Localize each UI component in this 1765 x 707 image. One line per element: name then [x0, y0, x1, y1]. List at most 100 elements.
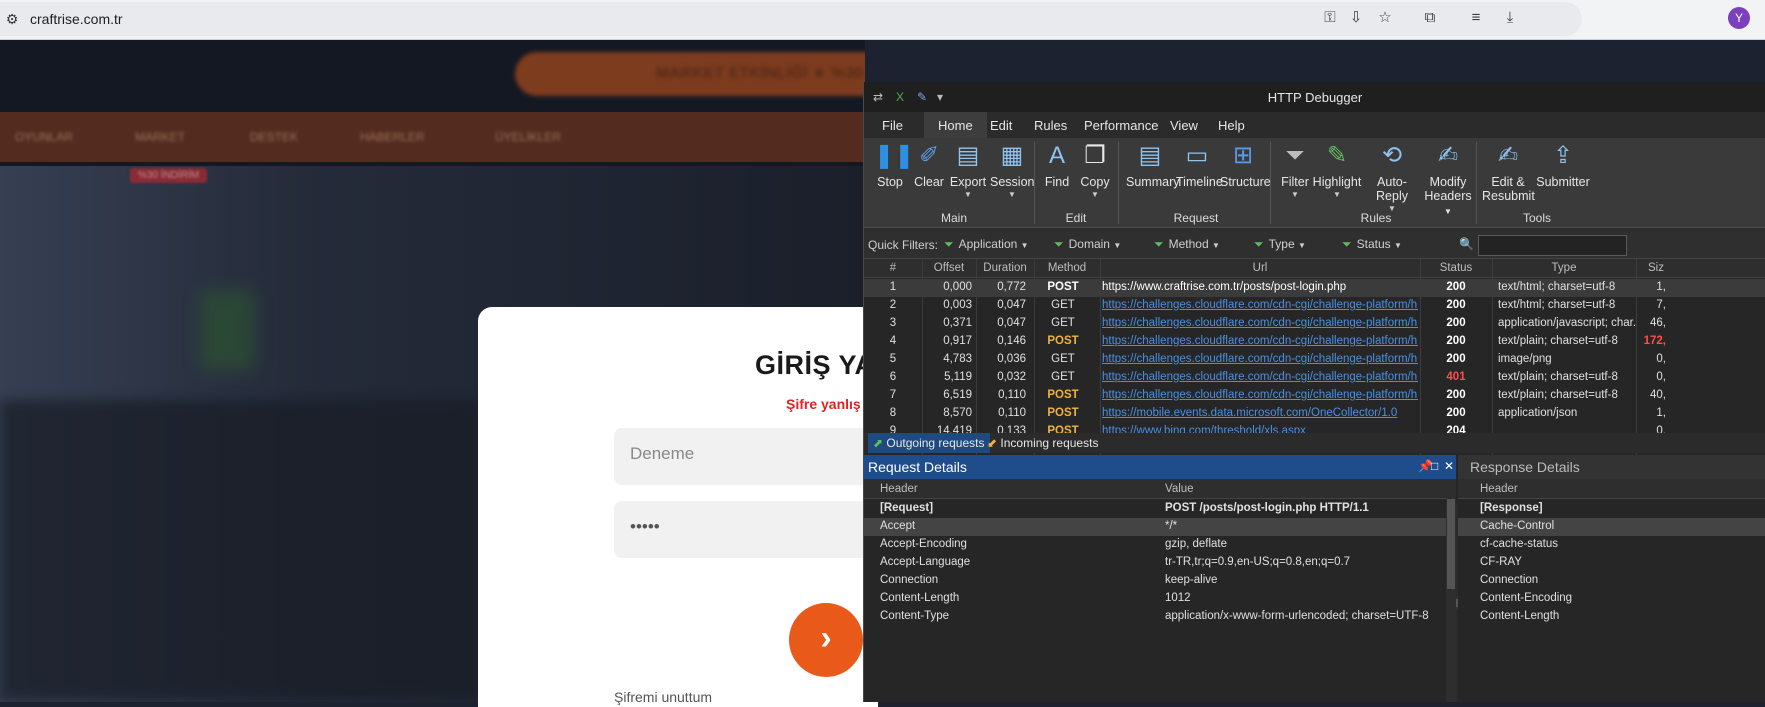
menu-rules[interactable]: Rules [1034, 118, 1067, 133]
menu-view[interactable]: View [1170, 118, 1198, 133]
row-duration: 0,146 [997, 335, 1026, 347]
header-row[interactable]: Content-Encoding [1458, 590, 1765, 608]
col-status[interactable]: Status [1420, 262, 1492, 274]
row-type: application/javascript; char... [1498, 317, 1636, 329]
header-row[interactable]: Connection keep-alive [864, 572, 1446, 590]
menu-home[interactable]: Home [924, 112, 987, 138]
header-value: gzip, deflate [1165, 538, 1228, 550]
structure-button[interactable]: ⊞ Structure [1220, 140, 1271, 189]
header-row[interactable]: cf-cache-status [1458, 536, 1765, 554]
col-value[interactable]: Value [1165, 483, 1194, 495]
menu-help[interactable]: Help [1218, 118, 1245, 133]
col-header[interactable]: Header [880, 483, 918, 495]
copy-button[interactable]: ❐ Copy ▼ [1078, 140, 1112, 199]
export-button[interactable]: ▤ Export ▼ [948, 140, 988, 199]
menu-edit[interactable]: Edit [990, 118, 1012, 133]
username-field[interactable]: Deneme [614, 428, 884, 485]
header-row[interactable]: Cache-Control [1458, 518, 1765, 536]
tab-incoming-requests[interactable]: ⬋ Incoming requests [982, 433, 1104, 453]
col-size[interactable]: Siz [1636, 262, 1676, 274]
downloads-icon[interactable]: ⤓ [1500, 8, 1520, 28]
row-url: https://challenges.cloudflare.com/cdn-cg… [1102, 317, 1418, 329]
password-key-icon[interactable]: ⚿ [1320, 8, 1340, 28]
extensions-icon[interactable]: ⧉ [1420, 8, 1440, 28]
address-url[interactable]: craftrise.com.tr [30, 11, 123, 27]
site-nav-item[interactable]: HABERLER [360, 130, 425, 144]
header-row[interactable]: [Response] [1458, 500, 1765, 518]
session-button[interactable]: ▦ Session ▼ [990, 140, 1034, 199]
request-details-scrollbar[interactable] [1446, 479, 1456, 702]
table-row[interactable]: 7 6,519 0,110 POST https://challenges.cloudf… [864, 387, 1765, 405]
col-header[interactable]: Header [1480, 483, 1518, 495]
site-nav-item[interactable]: ÜYELİKLER [495, 130, 561, 144]
filter-status[interactable]: ⏷ Status ▼ [1342, 237, 1402, 252]
auto-reply-button[interactable]: ⟲ Auto-Reply ▼ [1364, 140, 1420, 213]
maximize-icon[interactable]: □ [1431, 459, 1438, 473]
filter-domain[interactable]: ⏷ Domain ▼ [1054, 237, 1121, 252]
site-nav-item[interactable]: MARKET [135, 130, 185, 144]
row-type: text/plain; charset=utf-8 [1498, 371, 1618, 383]
header-row[interactable]: [Request] POST /posts/post-login.php HTTP… [864, 500, 1446, 518]
scrollbar-thumb[interactable] [1447, 499, 1455, 589]
table-row[interactable]: 6 5,119 0,032 GET https://challenges.cloudfl… [864, 369, 1765, 387]
install-app-icon[interactable]: ⇩ [1346, 8, 1366, 28]
table-row[interactable]: 8 8,570 0,110 POST https://mobile.events.dat… [864, 405, 1765, 423]
header-row[interactable]: Content-Length 1012 [864, 590, 1446, 608]
filter-application[interactable]: ⏷ Application ▼ [944, 237, 1029, 252]
header-row[interactable]: Accept-Language tr-TR,tr;q=0.9,en-US;q=0.… [864, 554, 1446, 572]
forgot-password-link[interactable]: Şifremi unuttum [614, 689, 712, 705]
site-settings-icon[interactable]: ⚙ [4, 11, 20, 27]
col-number[interactable]: # [864, 262, 922, 274]
table-row[interactable]: 4 0,917 0,146 POST https://challenges.cloudf… [864, 333, 1765, 351]
tab-outgoing-requests[interactable]: ⬈ Outgoing requests [868, 433, 991, 453]
menu-performance[interactable]: Performance [1084, 118, 1158, 133]
header-row[interactable]: CF-RAY [1458, 554, 1765, 572]
col-type[interactable]: Type [1492, 262, 1636, 274]
edit-resubmit-button[interactable]: ✍ Edit & Resubmit [1482, 140, 1535, 203]
clear-button[interactable]: ✐ Clear [912, 140, 946, 189]
site-nav-item[interactable]: DESTEK [250, 130, 298, 144]
col-offset[interactable]: Offset [922, 262, 976, 274]
password-field[interactable]: ••••• [614, 501, 884, 558]
table-row[interactable]: 3 0,371 0,047 GET https://challenges.cloudfl… [864, 315, 1765, 333]
header-name: [Request] [880, 502, 934, 514]
quick-search-input[interactable] [1478, 235, 1627, 256]
header-name: Connection [1480, 574, 1539, 586]
promo-banner[interactable]: MARKET ETKİNLİĞİ ★ %30 İNDİRİM FIRSATI [515, 52, 865, 96]
menu-file[interactable]: File [882, 118, 903, 133]
col-url[interactable]: Url [1100, 262, 1420, 274]
bookmark-star-icon[interactable]: ☆ [1375, 8, 1395, 28]
chevron-down-icon: ▼ [1091, 190, 1099, 199]
table-row[interactable]: 1 0,000 0,772 POST https://www.craftrise.com… [864, 279, 1765, 297]
row-status: 200 [1446, 389, 1466, 401]
stop-button[interactable]: ❚❚ Stop [874, 140, 914, 189]
header-name: Cache-Control [1480, 520, 1555, 532]
filter-type[interactable]: ⏷ Type ▼ [1254, 237, 1306, 252]
table-row[interactable]: 2 0,003 0,047 GET https://challenges.cloudfl… [864, 297, 1765, 315]
site-nav-item[interactable]: OYUNLAR [15, 130, 73, 144]
timeline-button[interactable]: ▭ Timeline [1176, 140, 1223, 189]
header-row[interactable]: Connection [1458, 572, 1765, 590]
header-row[interactable]: Content-Type application/x-www-form-urlen… [864, 608, 1446, 626]
profile-avatar[interactable]: Y [1728, 7, 1750, 29]
filter-button[interactable]: ⏷ Filter ▼ [1278, 140, 1312, 199]
header-row[interactable]: Accept */* [864, 518, 1446, 536]
ribbon-separator [1118, 142, 1119, 224]
modify-headers-button[interactable]: ✍ Modify Headers ▼ [1422, 140, 1474, 217]
header-row[interactable]: Content-Length [1458, 608, 1765, 626]
table-row[interactable]: 5 4,783 0,036 GET https://challenges.cloudfl… [864, 351, 1765, 369]
highlight-button[interactable]: ✎ Highlight ▼ [1312, 140, 1362, 199]
col-method[interactable]: Method [1034, 262, 1100, 274]
http-debugger-window: ⇄ X ✎ ▾ HTTP Debugger File Home Edit Rul… [863, 82, 1765, 702]
filter-method[interactable]: ⏷ Method ▼ [1154, 237, 1220, 252]
header-row[interactable]: Accept-Encoding gzip, deflate [864, 536, 1446, 554]
address-bar[interactable]: ⚙ craftrise.com.tr [0, 2, 1582, 36]
summary-button[interactable]: ▤ Summary [1126, 140, 1179, 189]
find-button[interactable]: A Find [1040, 140, 1074, 189]
login-submit-button[interactable]: › [789, 603, 863, 677]
close-icon[interactable]: ✕ [1444, 459, 1454, 473]
row-number: 8 [889, 407, 897, 419]
col-duration[interactable]: Duration [976, 262, 1034, 274]
reading-list-icon[interactable]: ≡ [1466, 8, 1486, 28]
submitter-button[interactable]: ⇪ Submitter [1534, 140, 1592, 189]
